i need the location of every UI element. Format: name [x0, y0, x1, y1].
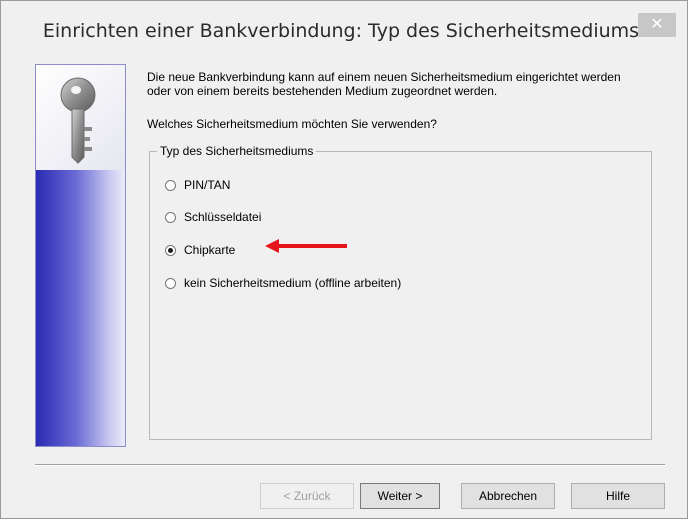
option-pin-tan[interactable]: PIN/TAN	[165, 177, 230, 193]
option-label: PIN/TAN	[184, 178, 231, 192]
help-button[interactable]: Hilfe	[571, 483, 665, 509]
title-bar: Einrichten einer Bankverbindung: Typ des…	[1, 1, 687, 56]
cancel-button[interactable]: Abbrechen	[461, 483, 555, 509]
radio-button[interactable]	[165, 179, 176, 191]
option-chipkarte[interactable]: Chipkarte	[165, 242, 235, 258]
option-label: Schlüsseldatei	[184, 210, 262, 224]
option-schluesseldatei[interactable]: Schlüsseldatei	[165, 209, 261, 225]
security-medium-group	[149, 151, 652, 440]
option-kein-sicherheitsmedium[interactable]: kein Sicherheitsmedium (offline arbeiten…	[165, 275, 401, 291]
group-legend: Typ des Sicherheitsmediums	[157, 144, 317, 158]
window-title: Einrichten einer Bankverbindung: Typ des…	[42, 20, 640, 42]
wizard-window: Einrichten einer Bankverbindung: Typ des…	[0, 0, 688, 519]
option-label: Chipkarte	[184, 243, 236, 257]
radio-button[interactable]	[165, 277, 176, 289]
key-icon	[36, 65, 125, 170]
radio-button[interactable]	[165, 211, 176, 223]
intro-text: Die neue Bankverbindung kann auf einem n…	[147, 70, 621, 98]
question-text: Welches Sicherheitsmedium möchten Sie ve…	[147, 117, 437, 131]
close-icon[interactable]: ✕	[638, 13, 676, 37]
next-button[interactable]: Weiter >	[360, 483, 440, 509]
option-label: kein Sicherheitsmedium (offline arbeiten…	[184, 276, 402, 290]
wizard-banner	[35, 64, 126, 447]
button-separator	[35, 464, 665, 466]
back-button[interactable]: < Zurück	[260, 483, 354, 509]
red-arrow-icon	[265, 239, 349, 258]
radio-button-selected[interactable]	[165, 244, 176, 256]
